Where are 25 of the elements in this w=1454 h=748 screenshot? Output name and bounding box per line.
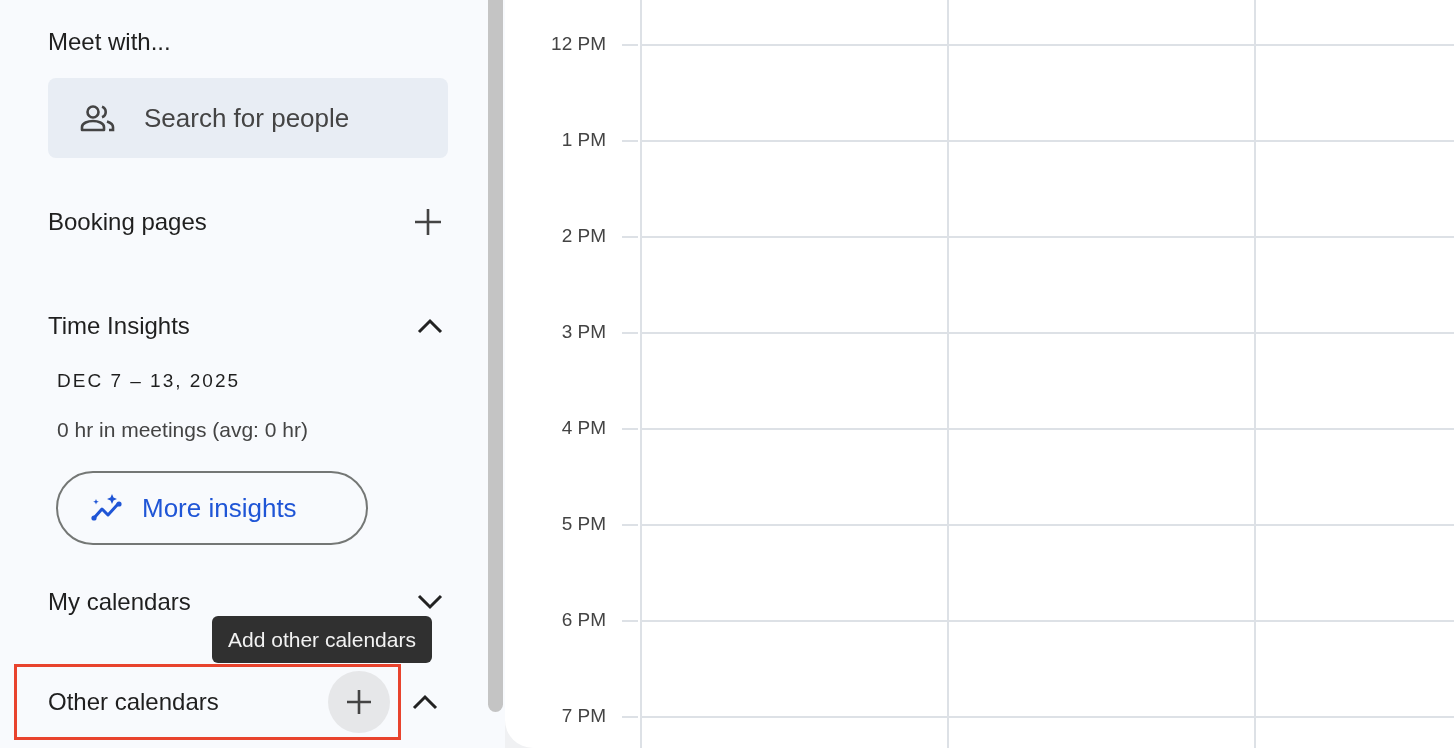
section-title: Time Insights [48,312,190,340]
hour-label: 6 PM [561,608,606,632]
hour-label: 1 PM [561,128,606,152]
chevron-icon[interactable] [417,318,443,334]
chevron-icon[interactable] [412,694,438,710]
hour-label: 2 PM [561,224,606,248]
plus-icon [344,687,374,717]
plus-icon [413,207,443,237]
meeting-summary: 0 hr in meetings (avg: 0 hr) [57,418,308,442]
hour-label: 12 PM [551,32,606,56]
more-insights-button[interactable]: More insights [56,471,368,545]
section-title: Meet with... [48,27,171,57]
hour-label: 5 PM [561,512,606,536]
tooltip: Add other calendars [212,616,432,663]
hour-label: 3 PM [561,320,606,344]
hour-label: 7 PM [561,704,606,728]
chevron-icon[interactable] [417,594,443,610]
section-title: Other calendars [48,688,219,716]
add-button[interactable] [413,207,443,237]
section-title: My calendars [48,588,191,616]
search-field[interactable]: Search for people [48,78,448,158]
section-title: Booking pages [48,208,207,236]
date-range: DEC 7 – 13, 2025 [57,369,241,393]
scrollbar-thumb[interactable] [488,0,503,712]
hour-label: 4 PM [561,416,606,440]
